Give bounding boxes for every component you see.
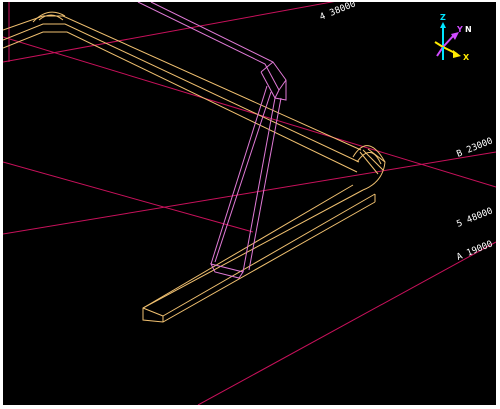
grid-line-diagonal: [3, 161, 254, 233]
axis-indicator: Z Y N X: [434, 13, 472, 62]
z-axis-arrow: [440, 22, 446, 28]
grid-label-4: 4 38000: [318, 2, 357, 23]
support-member[interactable]: [137, 2, 287, 279]
grid-line-5: [3, 151, 496, 235]
x-axis-arrow: [453, 50, 461, 58]
z-axis-label: Z: [440, 13, 446, 22]
y-axis-label: Y: [456, 25, 463, 34]
grid-line-a: [197, 241, 496, 405]
x-axis-label: X: [463, 53, 470, 62]
grid-label-b: B 23000: [455, 136, 494, 159]
grid-lines: [3, 2, 496, 405]
pipe-rack-wireframe[interactable]: [3, 11, 386, 323]
grid-labels: 4 38000 B 23000 5 48000 A 19000: [318, 2, 494, 263]
grid-line-4: [3, 2, 335, 63]
grid-label-a: A 19000: [455, 239, 494, 262]
cad-3d-viewport[interactable]: 4 38000 B 23000 5 48000 A 19000 Z Y N X: [3, 2, 496, 405]
grid-label-5: 5 48000: [455, 206, 494, 229]
cad-drawing-canvas[interactable]: 4 38000 B 23000 5 48000 A 19000 Z Y N X: [3, 2, 496, 405]
n-axis-label: N: [465, 25, 472, 34]
neg-x-axis-line: [434, 41, 444, 48]
